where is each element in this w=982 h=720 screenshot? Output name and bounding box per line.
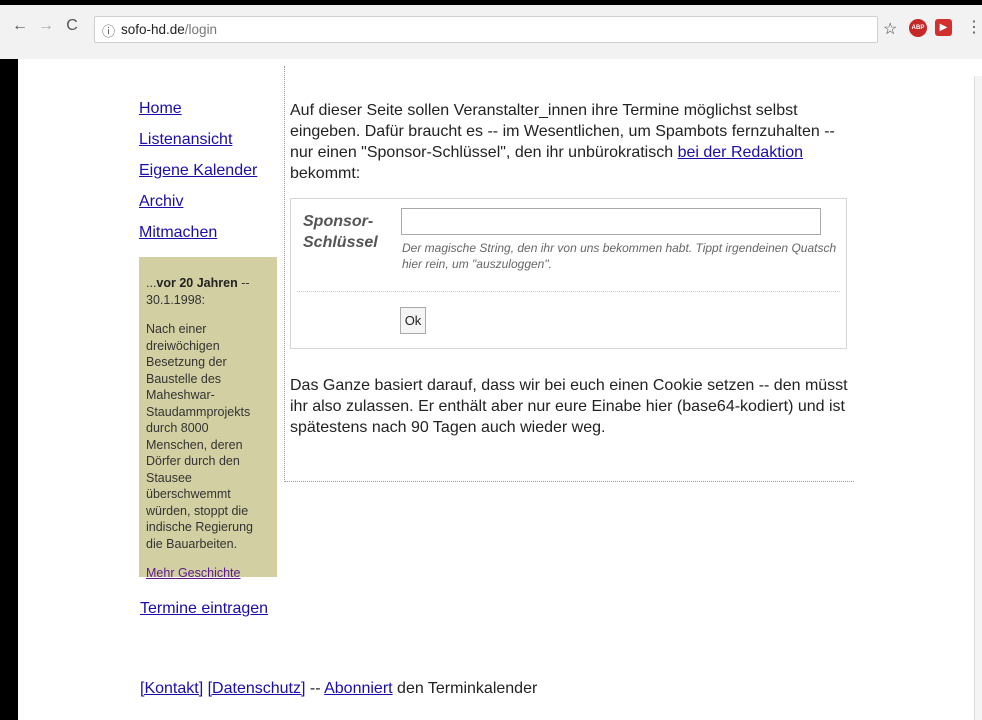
url-text: sofo-hd.de/login bbox=[121, 22, 217, 37]
nav-archiv-link[interactable]: Archiv bbox=[139, 186, 257, 217]
horizontal-divider bbox=[284, 481, 854, 482]
nav-listenansicht-link[interactable]: Listenansicht bbox=[139, 124, 257, 155]
browser-menu-icon[interactable]: ⋮ bbox=[966, 17, 982, 37]
address-bar[interactable]: ⓘ sofo-hd.de/login bbox=[94, 16, 878, 43]
ok-button[interactable]: Ok bbox=[400, 307, 426, 334]
intro-after: bekommt: bbox=[290, 165, 361, 182]
footer-sep: -- bbox=[305, 680, 325, 697]
scrollbar[interactable] bbox=[974, 76, 982, 720]
browser-toolbar: ← → C ⓘ sofo-hd.de/login ☆ ABP ▶ ⋮ bbox=[0, 5, 982, 59]
info-icon[interactable]: ⓘ bbox=[102, 21, 115, 40]
bookmark-star-icon[interactable]: ☆ bbox=[883, 19, 897, 39]
nav-mitmachen-link[interactable]: Mitmachen bbox=[139, 217, 257, 248]
screen-left-edge bbox=[0, 59, 18, 720]
history-text: Nach einer dreiwöchigen Besetzung der Ba… bbox=[146, 322, 254, 551]
side-nav: Home Listenansicht Eigene Kalender Archi… bbox=[139, 93, 257, 248]
extension-icon[interactable]: ▶ bbox=[935, 19, 952, 36]
datenschutz-link[interactable]: [Datenschutz] bbox=[208, 680, 306, 697]
back-icon[interactable]: ← bbox=[10, 17, 30, 35]
cookie-text: Das Ganze basiert darauf, dass wir bei e… bbox=[290, 377, 848, 436]
more-history-link[interactable]: Mehr Geschichte bbox=[146, 566, 240, 580]
footer: [Kontakt] [Datenschutz] -- Abonniert den… bbox=[140, 680, 537, 698]
nav-home-link[interactable]: Home bbox=[139, 93, 257, 124]
vertical-divider bbox=[284, 66, 285, 482]
history-prefix: ... bbox=[146, 276, 157, 290]
url-host: sofo-hd.de bbox=[121, 22, 185, 37]
form-row-divider bbox=[297, 291, 840, 292]
forward-icon[interactable]: → bbox=[36, 17, 56, 35]
reload-icon[interactable]: C bbox=[62, 17, 82, 35]
history-bold: vor 20 Jahren bbox=[156, 276, 238, 290]
login-form: Sponsor-Schlüssel Der magische String, d… bbox=[290, 198, 847, 349]
history-heading: ...vor 20 Jahren -- 30.1.1998: bbox=[146, 275, 273, 308]
sponsor-key-hint: Der magische String, den ihr von uns bek… bbox=[402, 241, 837, 271]
url-path: /login bbox=[184, 22, 218, 37]
sponsor-key-input[interactable] bbox=[401, 208, 821, 235]
redaktion-link[interactable]: bei der Redaktion bbox=[678, 144, 803, 161]
termine-eintragen-link[interactable]: Termine eintragen bbox=[140, 600, 268, 618]
sponsor-key-label: Sponsor-Schlüssel bbox=[303, 213, 378, 251]
abonniert-link[interactable]: Abonniert bbox=[324, 680, 393, 697]
kontakt-link[interactable]: [Kontakt] bbox=[140, 680, 203, 697]
history-box: ...vor 20 Jahren -- 30.1.1998: Nach eine… bbox=[139, 257, 277, 580]
adblock-extension-icon[interactable]: ABP bbox=[909, 19, 927, 37]
nav-eigene-kalender-link[interactable]: Eigene Kalender bbox=[139, 155, 257, 186]
intro-text: Auf dieser Seite sollen Veranstalter_inn… bbox=[290, 100, 850, 184]
footer-rest: den Terminkalender bbox=[392, 680, 538, 697]
